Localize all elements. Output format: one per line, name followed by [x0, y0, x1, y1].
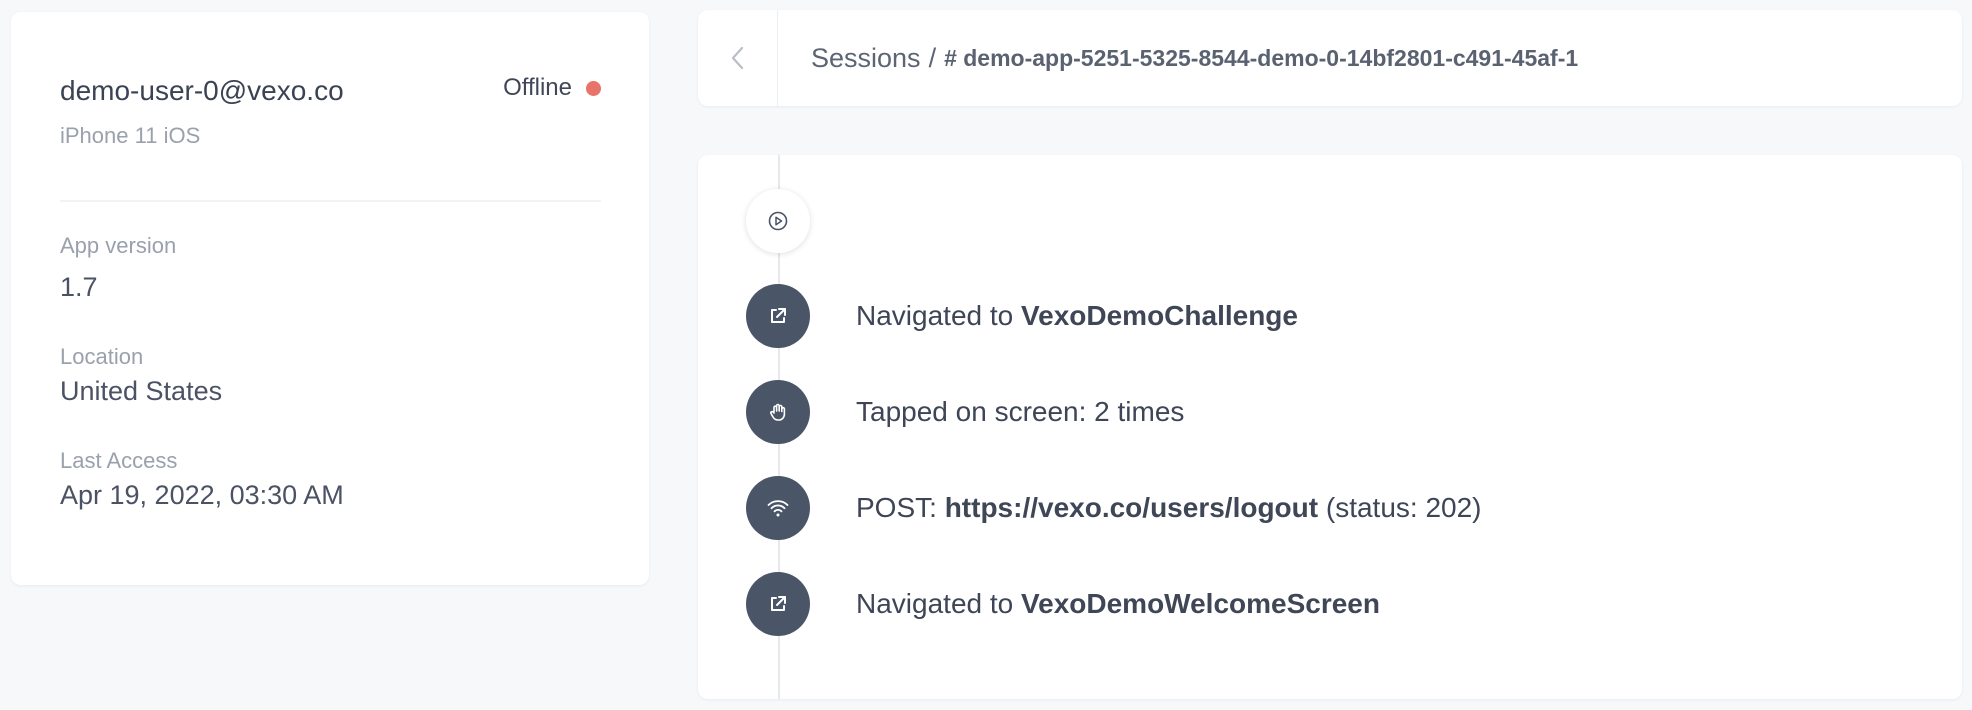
timeline-event[interactable]: Navigated to VexoDemoWelcomeScreen: [746, 572, 1380, 636]
play-circle-icon[interactable]: [746, 189, 810, 253]
event-text: Navigated to VexoDemoChallenge: [856, 300, 1298, 331]
last-access-value: Apr 19, 2022, 03:30 AM: [60, 480, 344, 510]
session-header: Sessions / # demo-app-5251-5325-8544-dem…: [698, 10, 1962, 106]
user-info-card: demo-user-0@vexo.co iPhone 11 iOS Offlin…: [11, 12, 649, 585]
last-access-label: Last Access: [60, 448, 178, 473]
session-id: # demo-app-5251-5325-8544-demo-0-14bf280…: [944, 44, 1579, 71]
event-text: Navigated to VexoDemoWelcomeScreen: [856, 588, 1380, 619]
timeline-start: [746, 189, 810, 253]
timeline-event[interactable]: Tapped on screen: 2 times: [746, 380, 1184, 444]
request-url[interactable]: https://vexo.co/users/logout: [945, 492, 1318, 523]
hand-icon: [746, 380, 810, 444]
divider: [60, 200, 601, 202]
timeline-event[interactable]: POST: https://vexo.co/users/logout (stat…: [746, 476, 1482, 540]
breadcrumb: Sessions / # demo-app-5251-5325-8544-dem…: [811, 10, 1578, 106]
session-timeline: Navigated to VexoDemoChallenge Tapped on…: [698, 155, 1962, 699]
external-link-icon: [746, 572, 810, 636]
location-label: Location: [60, 344, 144, 369]
app-version-label: App version: [60, 233, 177, 258]
wifi-icon: [746, 476, 810, 540]
user-email: demo-user-0@vexo.co: [60, 75, 344, 106]
user-device: iPhone 11 iOS: [60, 123, 201, 148]
status-text: Offline: [503, 74, 572, 101]
event-text: Tapped on screen: 2 times: [856, 396, 1185, 427]
event-text: POST: https://vexo.co/users/logout (stat…: [856, 492, 1482, 523]
breadcrumb-separator: /: [928, 42, 937, 73]
app-version-value: 1.7: [60, 272, 98, 302]
location-value: United States: [60, 376, 223, 406]
breadcrumb-sessions-link[interactable]: Sessions: [811, 43, 921, 74]
chevron-left-icon: [731, 46, 743, 70]
status-indicator: Offline: [503, 74, 601, 102]
back-button[interactable]: [698, 10, 778, 106]
status-dot-icon: [586, 80, 601, 96]
timeline-event[interactable]: Navigated to VexoDemoChallenge: [746, 284, 1298, 348]
external-link-icon: [746, 284, 810, 348]
